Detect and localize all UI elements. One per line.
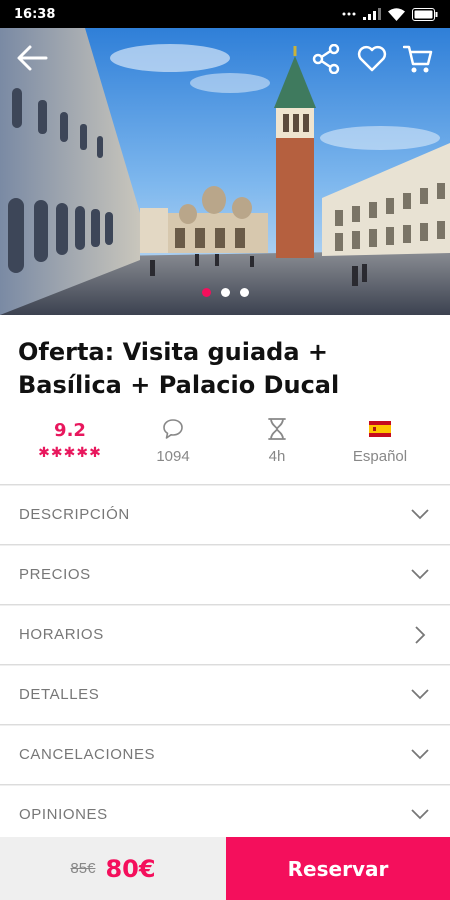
rating-stars-icon: ✱✱✱✱✱ (38, 444, 102, 460)
section-reviews[interactable]: OPINIONES (0, 784, 450, 844)
carousel-dot[interactable] (220, 288, 230, 297)
chevron-down-icon (410, 685, 430, 705)
language-value: Español (352, 448, 408, 465)
favorite-button[interactable] (352, 41, 392, 81)
battery-icon (412, 7, 438, 21)
comments-count: 1094 (156, 448, 190, 465)
comment-icon (162, 418, 184, 445)
status-bar: 16:38 (0, 0, 450, 28)
rating-stat[interactable]: 9.2 ✱✱✱✱✱ (14, 418, 126, 460)
share-icon (312, 43, 340, 79)
spain-flag-icon (369, 420, 391, 442)
chevron-down-icon (410, 745, 430, 765)
section-cancellations[interactable]: CANCELACIONES (0, 724, 450, 784)
wifi-icon (388, 7, 405, 21)
comments-stat[interactable]: 1094 (117, 418, 229, 468)
status-time: 16:38 (14, 6, 56, 22)
section-prices[interactable]: PRECIOS (0, 544, 450, 604)
carousel-indicator (0, 288, 450, 297)
section-label: OPINIONES (19, 806, 108, 823)
hourglass-icon (267, 417, 287, 446)
old-price: 85€ (70, 860, 96, 877)
details-accordion: DESCRIPCIÓN PRECIOS HORARIOS DETALLES CA… (0, 484, 450, 844)
cart-icon (402, 44, 433, 79)
section-label: HORARIOS (19, 626, 104, 643)
booking-bar: 85€ 80€ Reservar (0, 837, 450, 900)
duration-stat: 4h (221, 417, 333, 468)
more-icon (342, 12, 356, 16)
language-stat: Español (324, 418, 436, 468)
signal-icon (363, 8, 381, 20)
section-label: DETALLES (19, 686, 100, 703)
heart-icon (357, 45, 387, 77)
hero-image[interactable] (0, 28, 450, 315)
status-icons (342, 7, 438, 21)
carousel-dot[interactable] (239, 288, 249, 297)
back-button[interactable] (12, 40, 52, 80)
chevron-down-icon (410, 565, 430, 585)
section-schedules[interactable]: HORARIOS (0, 604, 450, 664)
new-price: 80€ (105, 854, 156, 883)
section-description[interactable]: DESCRIPCIÓN (0, 484, 450, 544)
tour-title: Oferta: Visita guiada + Basílica + Palac… (18, 336, 432, 402)
chevron-right-icon (410, 625, 430, 645)
section-label: CANCELACIONES (19, 746, 156, 763)
cart-button[interactable] (398, 41, 438, 81)
rating-value: 9.2 (54, 420, 86, 441)
price-panel: 85€ 80€ (0, 837, 226, 900)
reserve-button[interactable]: Reservar (226, 837, 450, 900)
tour-title-line2: Basílica + Palacio Ducal (18, 371, 340, 399)
section-label: PRECIOS (19, 566, 91, 583)
chevron-down-icon (410, 505, 430, 525)
chevron-down-icon (410, 805, 430, 825)
back-arrow-icon (16, 44, 48, 77)
section-label: DESCRIPCIÓN (19, 506, 130, 523)
duration-value: 4h (268, 448, 286, 465)
tour-stats: 9.2 ✱✱✱✱✱ 1094 4h Español (0, 417, 450, 470)
section-details[interactable]: DETALLES (0, 664, 450, 724)
carousel-dot-active[interactable] (201, 288, 211, 297)
share-button[interactable] (306, 41, 346, 81)
tour-title-line1: Oferta: Visita guiada + (18, 338, 329, 366)
